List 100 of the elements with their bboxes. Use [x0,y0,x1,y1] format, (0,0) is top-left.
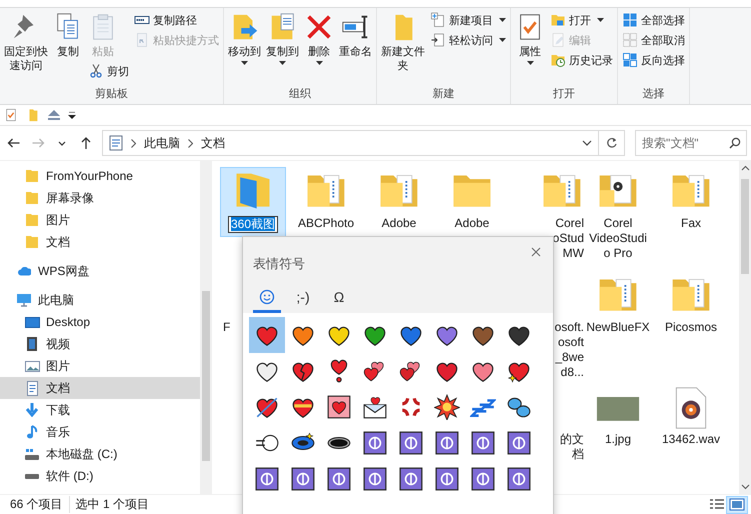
sidebar-item[interactable]: 屏幕录像 [0,187,200,209]
symbol-tile-icon [398,466,424,492]
sidebar-item[interactable]: 图片 [0,209,200,231]
sidebar-item[interactable]: 音乐 [0,421,200,443]
checker-grid-icon [622,52,638,68]
rename-field[interactable]: 360截图 [228,216,278,233]
ribbon-button[interactable]: 全部选择 [620,10,687,30]
ribbon-button[interactable]: 新建项目 [428,10,508,30]
file-name: oStud [552,231,584,246]
symbol-tile-icon [290,466,316,492]
address-bar[interactable]: 此电脑 文档 [102,130,599,156]
caret-icon [499,18,506,22]
caret-icon [499,38,506,42]
breadcrumb-item[interactable]: 文档 [201,134,225,152]
file-item[interactable]: Fax [658,167,724,235]
folder-icon [26,214,38,226]
scroll-down-icon [740,484,750,490]
panel-tab[interactable]: ;-) [289,283,317,313]
ribbon-button[interactable]: 移动到 [226,10,263,67]
ribbon-button[interactable]: 删除 [302,10,336,67]
group-label: 选择 [642,87,666,102]
sidebar-item[interactable]: 视频 [0,333,200,355]
file-item[interactable]: Corel VideoStudio Pro [585,167,651,265]
sidebar-item[interactable]: 文档 [0,231,200,253]
forward-arrow-icon [31,138,45,148]
caret-icon [597,18,604,22]
sidebar-item[interactable]: 图片 [0,355,200,377]
ribbon-button[interactable]: 反向选择 [620,50,687,70]
sidebar-item[interactable]: FromYourPhone [0,165,200,187]
file-name: Corel [555,216,584,231]
ribbon-button[interactable]: 固定到快速访问 [2,10,50,75]
file-item[interactable]: 1.jpg [585,383,651,451]
ribbon-button[interactable]: 属性 [513,10,547,67]
folder-icon [26,236,38,248]
monitor-icon [24,316,40,328]
folder-icon [26,170,38,182]
ribbon-button[interactable]: 复制到 [264,10,301,67]
file-name: osoft. [554,320,584,335]
ribbon-button[interactable]: 打开 [548,10,606,30]
file-name: 档 [572,447,584,462]
scrollbar-thumb[interactable] [202,291,210,461]
ribbon-button[interactable]: 轻松访问 [428,30,508,50]
ribbon-button[interactable]: 复制路径 [132,10,199,30]
search-field[interactable]: 搜索"文档" [635,130,747,156]
file-item[interactable]: Adobe [439,167,505,235]
sidebar-item[interactable]: 此电脑 [0,289,200,311]
selection-count: 选中 1 个项目 [68,496,156,513]
drive-icon [25,448,39,460]
file-item[interactable]: Picosmos [658,271,724,339]
sidebar-item[interactable]: WPS网盘 [0,260,200,282]
folder-icon [26,192,38,204]
close-icon [531,247,541,257]
ribbon-button[interactable]: 重命名 [337,10,374,61]
symbol-tile-icon [470,466,496,492]
symbol-tile-icon [362,430,388,456]
emoji-button[interactable] [249,317,285,353]
folder-clock-icon [550,52,566,68]
symbol-tile-icon [506,466,532,492]
scroll-up-icon [740,165,750,171]
file-name: osoft [558,335,584,350]
group-label: 打开 [552,87,576,102]
ribbon-button[interactable]: 历史记录 [548,50,615,70]
file-item[interactable]: NewBlueFX [585,271,651,339]
scrollbar-track[interactable] [200,161,212,494]
ribbon-button[interactable]: 复制 [51,10,85,61]
scrollbar-track[interactable] [739,161,751,494]
file-item[interactable]: ABCPhoto [293,167,359,235]
chevron-right-icon [188,138,193,148]
monitor-icon [17,294,31,306]
symbol-tile-icon [470,430,496,456]
heart-tile-icon [326,394,352,420]
breadcrumb-item[interactable]: 此电脑 [144,134,180,152]
file-name: 的文 [560,432,584,447]
refresh-icon [606,137,618,149]
refresh-button[interactable] [599,130,625,156]
file-item[interactable]: 360截图 [220,167,286,237]
document-arrow-icon [430,32,446,48]
file-name: MW [562,246,584,261]
sidebar-item[interactable]: Desktop [0,311,200,333]
large-icons-view-icon [729,498,745,511]
sidebar-item[interactable]: 本地磁盘 (C:) [0,443,200,465]
symbol-tile-icon [506,430,532,456]
new-item-icon [430,12,446,28]
ribbon-button[interactable]: 新建文件夹 [379,10,427,75]
caret-icon [279,61,286,65]
scrollbar-thumb[interactable] [741,179,749,274]
down-arrow-icon [25,403,39,417]
sidebar-item[interactable]: 软件 (D:) [0,465,200,487]
shortcut-document-icon [134,32,150,48]
file-item[interactable]: 13462.wav [658,383,724,451]
sidebar-item[interactable]: 文档 [0,377,200,399]
view-button[interactable] [727,496,747,512]
ribbon-button[interactable]: 全部取消 [620,30,687,50]
file-item[interactable]: Adobe [366,167,432,235]
sidebar-item[interactable]: 下载 [0,399,200,421]
chevron-down-icon [58,140,66,146]
ribbon-button[interactable]: 剪切 [86,61,131,81]
group-label: 组织 [288,87,312,102]
symbol-tile-icon [362,466,388,492]
panel-tab[interactable]: Ω [325,283,353,313]
